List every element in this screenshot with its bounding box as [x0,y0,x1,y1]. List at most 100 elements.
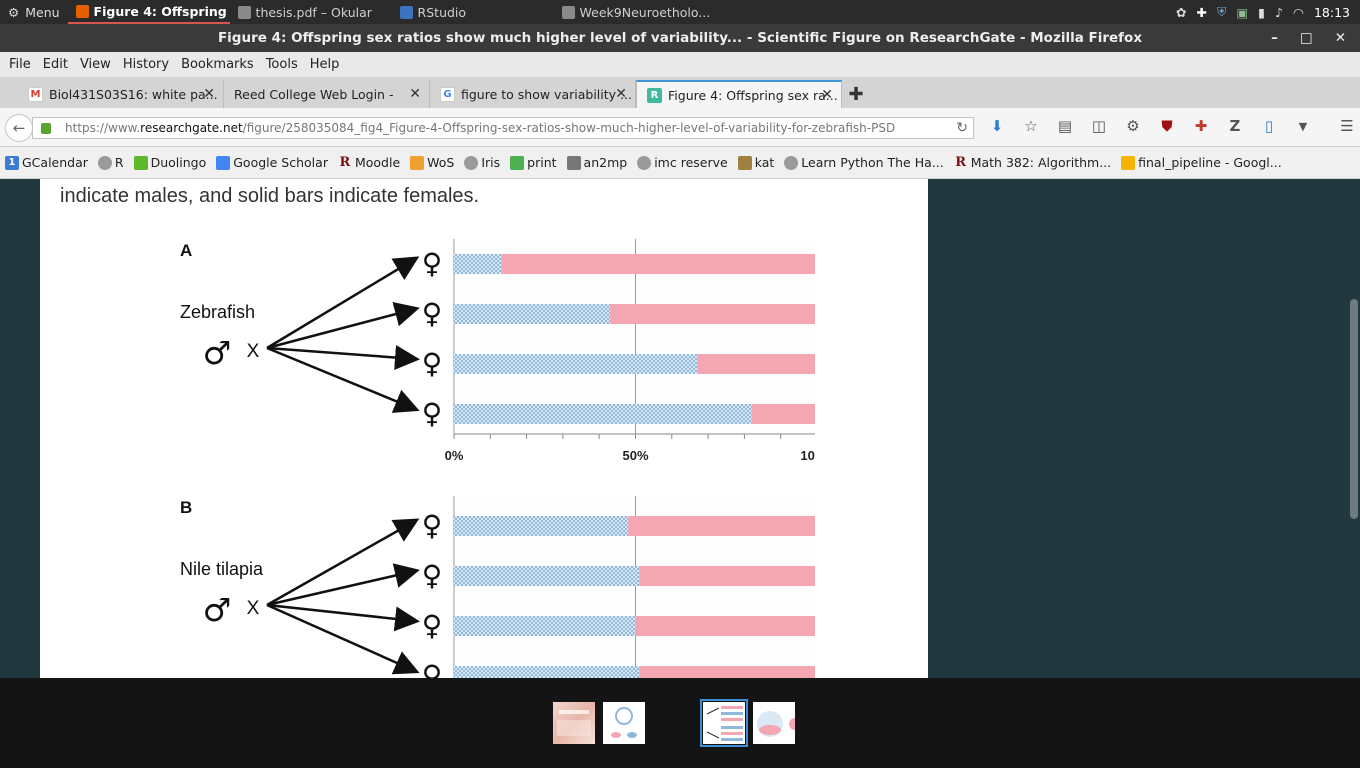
bookmark-label: Learn Python The Ha... [801,155,944,170]
bookmark-duolingo[interactable]: Duolingo [133,155,206,170]
back-button[interactable]: ← [5,114,33,142]
x-tick-label: 100% [800,448,815,463]
pocket-icon[interactable]: ◫ [1090,117,1108,135]
download-icon[interactable]: ⬇ [988,117,1006,135]
start-menu-button[interactable]: ⚙ Menu [0,0,68,24]
an2mp-icon [566,155,581,170]
bar-male [454,666,640,678]
tab-strip: M Biol431S03S16: white pa... ✕ Reed Coll… [0,77,1360,108]
bookmark-kat[interactable]: kat [737,155,775,170]
reed-icon: R [955,155,967,170]
medic-icon[interactable]: ✚ [1192,117,1210,135]
close-icon[interactable]: ✕ [409,86,421,102]
menu-history[interactable]: History [118,57,174,72]
menu-bookmarks[interactable]: Bookmarks [176,57,259,72]
close-icon[interactable]: ✕ [821,87,833,103]
duolingo-icon [133,155,148,170]
page-icon[interactable]: ▯ [1260,117,1278,135]
zotero-icon[interactable]: Z [1226,117,1244,135]
wifi-icon[interactable]: ◠ [1293,5,1304,20]
kat-icon [737,155,752,170]
clock[interactable]: 18:13 [1314,5,1350,20]
bookmark-final-pipeline-googl[interactable]: final_pipeline - Googl... [1121,155,1282,170]
menu-tools[interactable]: Tools [261,57,303,72]
ublock-icon[interactable]: ⛊ [1158,117,1176,135]
category-label: ♀ [422,659,443,678]
close-icon[interactable]: ✕ [203,86,215,102]
page-scrollbar[interactable] [1348,179,1360,678]
bookmark-label: GCalendar [22,155,88,170]
menu-view[interactable]: View [75,57,116,72]
bookmark-google-scholar[interactable]: Google Scholar [216,155,328,170]
bookmark-math-382-algorithm[interactable]: R Math 382: Algorithm... [954,155,1111,170]
menu-edit[interactable]: Edit [38,57,73,72]
thumbnail-graphic [757,711,801,737]
thumbnail-figure-2[interactable] [603,702,645,744]
scrollbar-thumb[interactable] [1350,299,1358,519]
thumbnail-graphic [557,710,591,736]
app-icon [75,4,89,18]
new-tab-button[interactable]: ✚ [842,80,870,108]
star-icon[interactable]: ☆ [1022,117,1040,135]
battery-icon[interactable]: ▮ [1258,5,1265,20]
url-bar[interactable]: https://www. researchgate.net/figure/2580… [32,117,974,139]
minimize-button[interactable]: – [1271,24,1278,52]
settings-icon[interactable]: ⚙ [1124,117,1142,135]
close-button[interactable]: ✕ [1335,24,1346,52]
thumbnail-figure-1[interactable] [553,702,595,744]
globe-icon [784,155,799,170]
bar-female [635,616,815,636]
hamburger-menu-icon[interactable]: ☰ [1338,117,1356,135]
bookmark-label: R [114,155,124,170]
taskbar-window-1[interactable]: thesis.pdf – Okular [230,0,392,24]
close-icon[interactable]: ✕ [615,86,627,102]
bookmark-wos[interactable]: WoS [410,155,454,170]
bookmark-learn-python-the-ha[interactable]: Learn Python The Ha... [784,155,944,170]
researchgate-icon: R [647,87,662,103]
taskbar-window-label: RStudio [417,4,467,20]
species-label: Nile tilapia [180,559,264,579]
taskbar-window-2[interactable]: RStudio [392,0,554,24]
medic-icon[interactable]: ✚ [1196,5,1206,20]
bar-female [501,254,815,274]
bookmark-print[interactable]: print [510,155,557,170]
app-icon [561,5,575,19]
url-prefix: https://www. [65,121,141,135]
bar-male [454,566,640,586]
thumbnail-graphic [611,707,637,738]
thumbnail-figure-5[interactable] [753,702,801,744]
chevron-down-icon[interactable]: ▼ [1294,117,1312,135]
bookmark-gcalendar[interactable]: 1 GCalendar [5,155,88,170]
tab-google-search[interactable]: G figure to show variability ... ✕ [430,80,636,108]
tab-researchgate[interactable]: R Figure 4: Offspring sex ra... ✕ [636,80,842,108]
taskbar-window-label: Figure 4: Offspring ... [93,3,230,19]
bookmark-r[interactable]: R [97,155,124,170]
bookmark-an2mp[interactable]: an2mp [566,155,627,170]
music-icon[interactable]: ♪ [1275,5,1283,20]
bookmark-imc-reserve[interactable]: imc reserve [637,155,728,170]
bookmark-moodle[interactable]: R Moodle [338,155,401,170]
maximize-button[interactable]: □ [1300,24,1313,52]
dropbox-icon[interactable]: ✿ [1176,5,1186,20]
print-icon [510,155,525,170]
shield-icon[interactable]: ⛨ [1217,4,1226,20]
tab-gmail[interactable]: M Biol431S03S16: white pa... ✕ [18,80,224,108]
update-icon[interactable]: ▣ [1236,5,1248,20]
thumbnail-figure-4[interactable] [700,699,748,747]
start-menu-label: Menu [25,4,60,20]
taskbar-window-0[interactable]: Figure 4: Offspring ... [67,0,230,24]
reading-list-icon[interactable]: ▤ [1056,117,1074,135]
figure-chart: ♀ ♀ ♀ ♀ 0% 50% 100% A Zebrafish ♂ X ♀ ♀ ♀ ♀ B Nile tilap… [180,239,815,678]
google-icon: G [440,86,455,102]
reload-icon[interactable]: ↻ [956,120,968,136]
tab-reed-login[interactable]: Reed College Web Login - ✕ [224,80,430,108]
taskbar-window-3[interactable]: Week9Neuroetholo... [554,0,716,24]
menu-help[interactable]: Help [305,57,345,72]
category-label: ♀ [422,609,443,642]
bar-female [751,404,815,424]
bookmark-iris[interactable]: Iris [464,155,500,170]
bookmark-label: kat [754,155,775,170]
menu-file[interactable]: File [4,57,36,72]
category-label: ♀ [422,559,443,592]
bar-male [454,254,502,274]
